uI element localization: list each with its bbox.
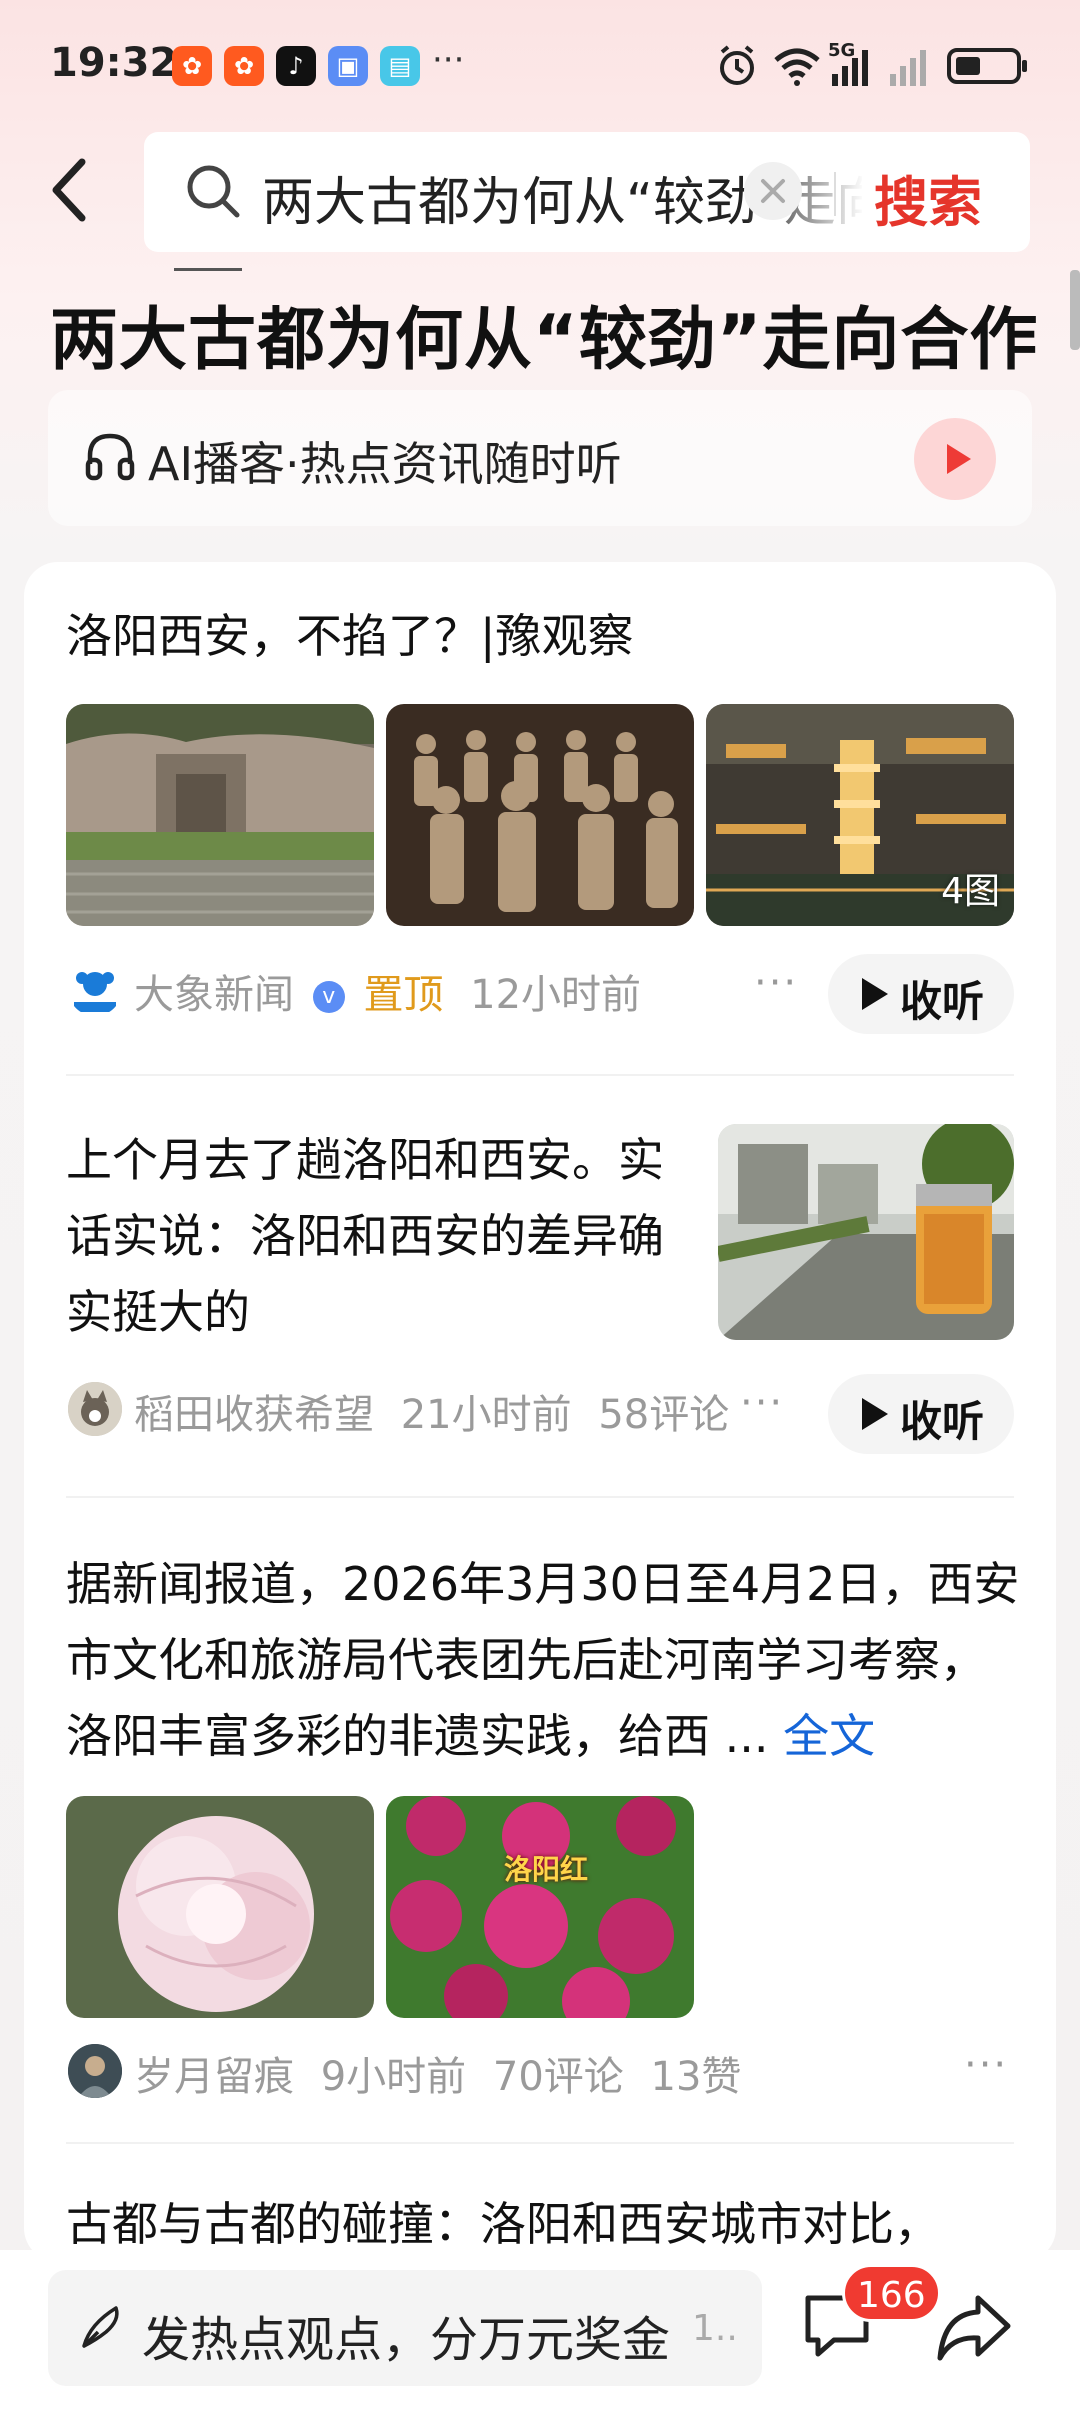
alarm-icon (720, 45, 754, 85)
article-time: 9小时前 (320, 2054, 467, 2100)
search-bar[interactable]: 两大古都为何从“较劲”走向合作 搜索 (144, 132, 1030, 252)
article-title[interactable]: 洛阳西安，不掐了？|豫观察 (66, 598, 634, 674)
terracotta-warriors-image[interactable] (386, 704, 694, 926)
search-button[interactable]: 搜索 (874, 158, 982, 237)
longmen-grottoes-image[interactable] (66, 704, 374, 926)
article-snippet[interactable]: 据新闻报道，2026年3月30日至4月2日，西安市文化和旅游局代表团先后赴河南学… (66, 1546, 1026, 1774)
scrollbar[interactable] (1070, 270, 1080, 350)
ai-podcast-label: AI播客·热点资讯随时听 (148, 437, 622, 491)
status-time: 19:32 (50, 40, 178, 86)
red-peony-image[interactable]: 洛阳红 (386, 1796, 694, 2018)
full-text-link[interactable]: 全文 (783, 1709, 875, 1763)
avatar (68, 1382, 122, 1436)
comment-count: 70评论 (492, 2054, 624, 2100)
avatar (68, 2044, 122, 2098)
status-bar: 19:32 ✿ ✿ ♪ ▣ ▤ ··· 5G (0, 0, 1080, 130)
article-source[interactable]: 稻田收获希望 (134, 1392, 374, 1438)
play-icon (862, 1398, 888, 1430)
article-snippet-text: 据新闻报道，2026年3月30日至4月2日，西安市文化和旅游局代表团先后赴河南学… (66, 1557, 1020, 1763)
status-indicators: 5G (716, 40, 1036, 88)
snippet-ellipsis: ... (724, 1709, 769, 1763)
article-time: 12小时前 (470, 972, 642, 1018)
comment-count: 58评论 (598, 1392, 730, 1438)
article-time: 21小时前 (400, 1392, 572, 1438)
wifi-icon (774, 48, 820, 86)
verified-icon: v (312, 981, 345, 1013)
listen-button[interactable]: 收听 (828, 954, 1014, 1034)
more-options-icon[interactable]: ··· (964, 2042, 1008, 2088)
play-icon (862, 978, 888, 1010)
ai-play-button[interactable] (914, 418, 996, 500)
image-caption: 洛阳红 (504, 1853, 589, 1886)
share-icon[interactable] (934, 2290, 1014, 2366)
pinned-badge: 置顶 (363, 972, 444, 1018)
tiktok-icon: ♪ (276, 46, 316, 86)
signal-icon-sim2 (890, 50, 926, 86)
wallet-icon: ▣ (328, 46, 368, 86)
results-card: 洛阳西安，不掐了？|豫观察 4图 大象新闻 v 置顶 12小时前 ··· 收听 … (24, 562, 1056, 2262)
comment-prompt-more: 1.. (692, 2308, 738, 2349)
article-title[interactable]: 上个月去了趟洛阳和西安。实话实说：洛阳和西安的差异确实挺大的 (66, 1122, 706, 1350)
search-icon (187, 165, 240, 218)
page-title: 两大古都为何从“较劲”走向合作 (50, 301, 1039, 380)
comment-count-badge: 166 (842, 2264, 941, 2322)
comment-prompt: 发热点观点，分万元奖金 (142, 2312, 671, 2368)
battery-icon (947, 48, 1027, 84)
more-options-icon[interactable]: ··· (754, 960, 798, 1006)
bottom-bar: 发热点观点，分万元奖金 1.. 166 (0, 2250, 1080, 2412)
article-source[interactable]: 岁月留痕 (134, 2054, 294, 2100)
more-notifications-icon: ··· (432, 40, 465, 80)
back-arrow-icon[interactable] (40, 150, 100, 230)
image-count-badge: 4图 (941, 871, 1000, 912)
close-icon (761, 179, 785, 203)
clear-search-button[interactable] (744, 162, 802, 220)
play-icon (947, 444, 971, 474)
reader-icon: ▤ (380, 46, 420, 86)
headphone-icon (85, 433, 135, 481)
listen-button[interactable]: 收听 (828, 1374, 1014, 1454)
pen-icon (82, 2306, 119, 2348)
white-peony-image[interactable] (66, 1796, 374, 2018)
source-logo (68, 962, 122, 1016)
street-drink-image[interactable] (718, 1124, 1014, 1340)
comment-input[interactable]: 发热点观点，分万元奖金 1.. (48, 2270, 762, 2386)
article-source[interactable]: 大象新闻 (134, 972, 294, 1018)
kuaishou-icon: ✿ (224, 46, 264, 86)
more-options-icon[interactable]: ··· (740, 1380, 784, 1426)
like-count: 13赞 (650, 2054, 742, 2100)
signal-icon (832, 50, 868, 86)
ai-podcast-bar[interactable]: AI播客·热点资讯随时听 (48, 390, 1032, 526)
kuaishou-icon: ✿ (172, 46, 212, 86)
night-pagoda-image[interactable]: 4图 (706, 704, 1014, 926)
